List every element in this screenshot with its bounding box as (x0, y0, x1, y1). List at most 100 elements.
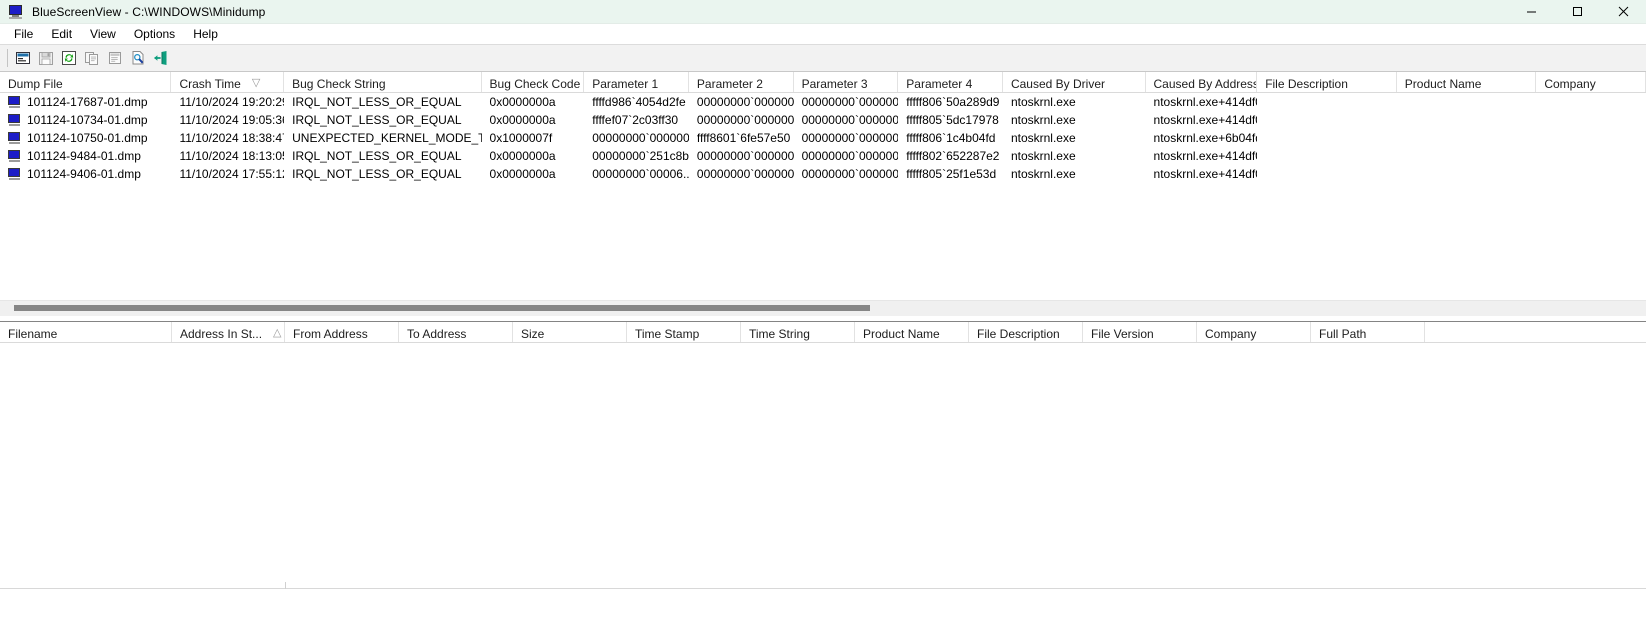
table-row[interactable]: 101124-9484-01.dmp 11/10/2024 18:13:05 IRQ… (0, 147, 1646, 165)
dump-list-header[interactable]: Dump File Crash Time ▽ Bug Check String Bug … (0, 72, 1646, 93)
driver-list-column-header-address-in-st[interactable]: Address In St... △ (172, 322, 285, 342)
find-icon[interactable] (127, 47, 149, 69)
menu-item-options[interactable]: Options (125, 25, 184, 43)
close-button[interactable] (1600, 0, 1646, 23)
column-header-label: Caused By Driver (1010, 76, 1105, 91)
menu-item-help[interactable]: Help (184, 25, 227, 43)
column-header-label: Time String (749, 326, 810, 341)
cell-parameter-4: fffff806`1c4b04fd (906, 131, 996, 145)
cell-crash-time: 11/10/2024 18:13:05 (179, 149, 285, 163)
dump-file-icon (8, 96, 21, 108)
driver-list-column-header-to-address[interactable]: To Address (399, 322, 513, 342)
cell-product-name (1397, 165, 1537, 183)
exit-icon[interactable] (150, 47, 172, 69)
dump-list-column-header-parameter-3[interactable]: Parameter 3 (794, 72, 899, 92)
dump-list-column-header-caused-by-driver[interactable]: Caused By Driver (1003, 72, 1146, 92)
dump-file-icon (8, 150, 21, 162)
driver-list-body[interactable] (0, 343, 1646, 589)
column-header-label: Parameter 4 (906, 76, 973, 91)
dump-list-column-header-dump-file[interactable]: Dump File (0, 72, 172, 92)
dump-list-column-header-company[interactable]: Company (1536, 72, 1646, 92)
scrollbar-thumb[interactable] (14, 305, 870, 311)
menu-item-edit[interactable]: Edit (42, 25, 81, 43)
menu-item-view[interactable]: View (81, 25, 125, 43)
dump-list-column-header-file-description[interactable]: File Description (1257, 72, 1397, 92)
cell-parameter-4: fffff805`25f1e53d (906, 167, 997, 181)
driver-list-column-header-file-description[interactable]: File Description (969, 322, 1083, 342)
cell-product-name (1397, 111, 1537, 129)
cell-product-name (1397, 147, 1537, 165)
copy-icon[interactable] (81, 47, 103, 69)
driver-list-column-header-time-stamp[interactable]: Time Stamp (627, 322, 741, 342)
dump-list-column-header-parameter-2[interactable]: Parameter 2 (689, 72, 794, 92)
refresh-icon[interactable] (58, 47, 80, 69)
save-icon[interactable] (35, 47, 57, 69)
cell-caused-by-driver: ntoskrnl.exe (1010, 95, 1076, 109)
dump-list-column-header-bug-check-string[interactable]: Bug Check String (284, 72, 482, 92)
toolbar (0, 44, 1646, 72)
column-header-label: Filename (8, 326, 58, 341)
driver-list-column-header-filename[interactable]: Filename (0, 322, 172, 342)
column-header-label: Full Path (1319, 326, 1367, 341)
horizontal-scrollbar[interactable] (0, 300, 1646, 316)
bottom-column-tick (285, 582, 286, 589)
column-header-label: Time Stamp (635, 326, 700, 341)
menu-item-file[interactable]: File (5, 25, 42, 43)
cell-bug-check-code: 0x1000007f (489, 131, 553, 145)
html-report-icon[interactable] (104, 47, 126, 69)
driver-list[interactable]: Filename Address In St... △ From Address To … (0, 322, 1646, 589)
column-header-label: File Description (977, 326, 1060, 341)
menu-bar: File Edit View Options Help (0, 24, 1646, 44)
driver-list-column-header-file-version[interactable]: File Version (1083, 322, 1197, 342)
cell-bug-check-code: 0x0000000a (489, 95, 556, 109)
cell-parameter-2: 00000000`000000ff (696, 167, 794, 181)
cell-bug-check-string: IRQL_NOT_LESS_OR_EQUAL (292, 95, 462, 109)
table-row[interactable]: 101124-17687-01.dmp 11/10/2024 19:20:29 IR… (0, 93, 1646, 111)
dump-file-icon (8, 168, 21, 180)
cell-bug-check-string: UNEXPECTED_KERNEL_MODE_TRAP (292, 131, 481, 145)
column-header-label: Product Name (863, 326, 940, 341)
dump-file-list[interactable]: Dump File Crash Time ▽ Bug Check String Bug … (0, 72, 1646, 300)
dump-list-column-header-product-name[interactable]: Product Name (1397, 72, 1537, 92)
dump-list-body[interactable]: 101124-17687-01.dmp 11/10/2024 19:20:29 IR… (0, 93, 1646, 183)
table-row[interactable]: 101124-9406-01.dmp 11/10/2024 17:55:12 IRQ… (0, 165, 1646, 183)
dump-list-column-header-bug-check-code[interactable]: Bug Check Code (482, 72, 585, 92)
minimize-button[interactable] (1508, 0, 1554, 23)
cell-parameter-2: ffff8601`6fe57e50 (696, 131, 791, 145)
bottom-divider (0, 588, 1646, 589)
column-header-label: Crash Time (179, 76, 241, 91)
column-header-label: From Address (293, 326, 368, 341)
cell-bug-check-string: IRQL_NOT_LESS_OR_EQUAL (292, 149, 462, 163)
maximize-button[interactable] (1554, 0, 1600, 23)
dump-list-column-header-caused-by-address[interactable]: Caused By Address (1146, 72, 1258, 92)
driver-list-header[interactable]: Filename Address In St... △ From Address To … (0, 322, 1646, 343)
cell-bug-check-code: 0x0000000a (489, 149, 556, 163)
driver-list-column-header-product-name[interactable]: Product Name (855, 322, 969, 342)
cell-dump-file: 101124-9484-01.dmp (0, 147, 171, 165)
cell-parameter-1: 00000000`251c8b... (592, 149, 689, 163)
properties-icon[interactable] (12, 47, 34, 69)
cell-parameter-3: 00000000`00000000 (801, 167, 899, 181)
table-row[interactable]: 101124-10734-01.dmp 11/10/2024 19:05:36 IR… (0, 111, 1646, 129)
cell-crash-time: 11/10/2024 17:55:12 (179, 167, 285, 181)
cell-parameter-1: ffffef07`2c03ff30 (592, 113, 679, 127)
column-header-label: Parameter 1 (592, 76, 659, 91)
column-header-label: Dump File (8, 76, 63, 91)
column-header-label: Caused By Address (1153, 76, 1258, 91)
cell-parameter-3: 00000000`00000000 (801, 113, 899, 127)
driver-list-column-header-size[interactable]: Size (513, 322, 627, 342)
driver-list-column-header-full-path[interactable]: Full Path (1311, 322, 1425, 342)
driver-list-column-header-from-address[interactable]: From Address (285, 322, 399, 342)
driver-list-column-header-time-string[interactable]: Time String (741, 322, 855, 342)
cell-dump-file: 101124-10734-01.dmp (0, 111, 171, 129)
dump-file-icon (8, 132, 21, 144)
cell-parameter-3: 00000000`00000000 (801, 131, 899, 145)
cell-caused-by-driver: ntoskrnl.exe (1010, 167, 1076, 181)
dump-list-column-header-parameter-1[interactable]: Parameter 1 (584, 72, 689, 92)
table-row[interactable]: 101124-10750-01.dmp 11/10/2024 18:38:47 UN… (0, 129, 1646, 147)
driver-list-column-header-company[interactable]: Company (1197, 322, 1311, 342)
cell-parameter-3: 00000000`00000000 (801, 95, 899, 109)
dump-list-column-header-crash-time[interactable]: Crash Time ▽ (171, 72, 285, 92)
dump-list-column-header-parameter-4[interactable]: Parameter 4 (898, 72, 1003, 92)
column-header-label: To Address (407, 326, 467, 341)
